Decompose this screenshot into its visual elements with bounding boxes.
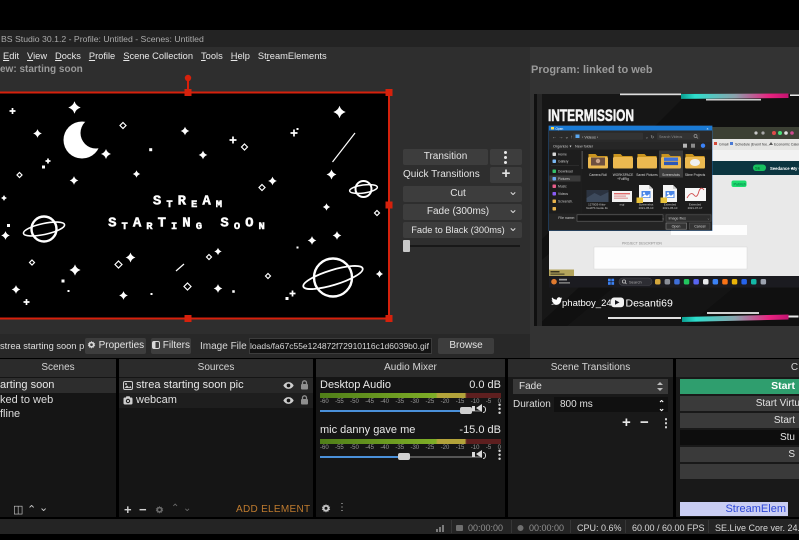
svg-text:2021-07-17: 2021-07-17 (688, 206, 703, 210)
svg-text:Image files: Image files (669, 216, 687, 220)
svg-text:⌄: ⌄ (707, 216, 710, 220)
svg-text:Download: Download (558, 170, 573, 174)
svg-text:Search: Search (629, 279, 642, 284)
svg-text:Desanti69: Desanti69 (626, 298, 673, 310)
svg-text:+FullRig: +FullRig (617, 177, 629, 181)
svg-text:↻: ↻ (651, 135, 655, 140)
svg-text:Screenshots: Screenshots (662, 173, 680, 177)
svg-text:File name:: File name: (558, 216, 575, 220)
svg-text:2021-05-10: 2021-05-10 (639, 206, 654, 210)
svg-text:Slime Projects: Slime Projects (685, 173, 706, 177)
svg-text:NoirPS Guide 4k: NoirPS Guide 4k (586, 206, 608, 210)
svg-text:Open: Open (672, 225, 681, 229)
svg-text:New folder: New folder (575, 144, 594, 148)
svg-text:Music: Music (558, 185, 567, 189)
svg-text:Open: Open (556, 127, 564, 131)
svg-text:STARTING SOON: STARTING SOON (108, 216, 270, 235)
svg-text:Pictures: Pictures (558, 177, 570, 181)
svg-text:Search Videos: Search Videos (659, 135, 683, 139)
svg-text:Camera Roll: Camera Roll (589, 173, 607, 177)
svg-text:⌄: ⌄ (645, 135, 649, 140)
svg-text:Home: Home (558, 153, 567, 157)
svg-text:Videos: Videos (558, 192, 568, 196)
svg-text:› Videos ›: › Videos › (582, 135, 599, 139)
svg-text:Screensh.: Screensh. (558, 200, 573, 204)
svg-text:2021-05-10: 2021-05-10 (663, 206, 678, 210)
svg-text:Gallery: Gallery (558, 160, 569, 164)
svg-text:phatboy_24: phatboy_24 (562, 298, 612, 309)
svg-text:Cancel: Cancel (694, 225, 705, 229)
svg-text:← → ⌄ ↑: ← → ⌄ ↑ (552, 135, 573, 141)
svg-text:⌄: ⌄ (662, 216, 665, 221)
svg-text:Organize ▾: Organize ▾ (553, 144, 571, 148)
svg-text:Saved Pictures: Saved Pictures (636, 173, 658, 177)
svg-text:×: × (707, 127, 709, 131)
svg-text:mgi: mgi (620, 203, 625, 207)
